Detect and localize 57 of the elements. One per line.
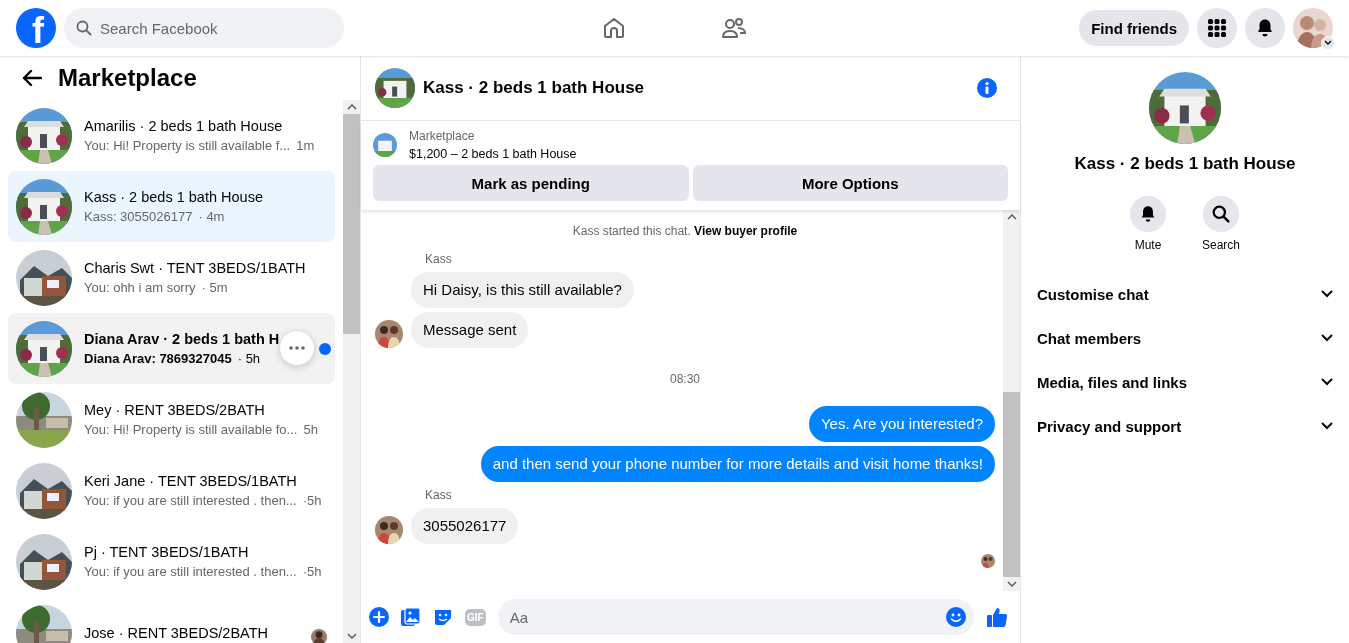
message-preview: Diana Arav: 7869327045 — [84, 351, 232, 366]
section-header[interactable]: Privacy and support — [1037, 404, 1333, 448]
listing-source: Marketplace — [409, 129, 476, 143]
buyer-profile-link[interactable]: View buyer profile — [694, 224, 798, 238]
message-preview: Kass: 3055026177 — [84, 209, 193, 224]
conversation-item[interactable]: Amarilis · 2 beds 1 bath House You: Hi! Property is still available f... 1m — [8, 100, 335, 171]
conversation-item[interactable]: Diana Arav · 2 beds 1 bath H Diana Arav: 7869327045 · 5h — [8, 313, 335, 384]
conversation-item[interactable]: Pj · TENT 3BEDS/1BATH You: if you are still interested . then... ·5h — [8, 526, 335, 597]
incoming-message: Message sent — [411, 312, 529, 348]
conversation-title: Mey · RENT 3BEDS/2BATH — [84, 402, 266, 418]
chat-title: Kass · 2 beds 1 bath House — [423, 78, 646, 98]
conversation-item[interactable]: Charis Swt · TENT 3BEDS/1BATH You: ohh i am sorry · 5m — [8, 242, 335, 313]
conversation-item[interactable]: Keri Jane · TENT 3BEDS/1BATH You: if you are still interested . then... ·5h — [8, 455, 335, 526]
listing-action-button[interactable]: Mark as pending — [373, 165, 689, 201]
message-time: · 4m — [198, 209, 225, 224]
timestamp: 08:30 — [670, 372, 700, 386]
message-time: 1m — [296, 138, 315, 153]
facebook-logo[interactable]: f — [16, 8, 56, 48]
conversation-item[interactable]: Kass · 2 beds 1 bath House Kass: 3055026177 · 4m — [8, 171, 335, 242]
message-preview: You: Hi! Property is still available f... — [84, 138, 291, 153]
conversation-title: Pj · TENT 3BEDS/1BATH — [84, 544, 250, 560]
sender-name: Kass — [425, 252, 453, 266]
conversation-title: Charis Swt · TENT 3BEDS/1BATH — [84, 260, 306, 276]
conversation-title: Kass · 2 beds 1 bath House — [84, 189, 263, 205]
message-preview: You: ohh i am sorry — [84, 280, 196, 295]
chat-notice: Kass started this chat. View buyer profile — [572, 224, 798, 238]
section-header[interactable]: Chat members — [1037, 316, 1333, 360]
find-friends-button[interactable]: Find friends — [1079, 10, 1189, 46]
message-preview: You: if you are still interested . then... — [84, 493, 297, 508]
page-title: Marketplace — [58, 63, 197, 93]
incoming-message: 3055026177 — [411, 508, 519, 544]
message-time: · 5h — [237, 351, 261, 366]
message-time: ·5h — [302, 493, 322, 508]
action-label: Mute — [1134, 238, 1162, 252]
message-time: ·5h — [302, 564, 322, 579]
conversation-title: Diana Arav · 2 beds 1 bath H — [84, 331, 280, 347]
conversation-title: Amarilis · 2 beds 1 bath House — [84, 118, 284, 134]
conversation-item[interactable]: Mey · RENT 3BEDS/2BATH You: Hi! Property is still available fo... 5h — [8, 384, 335, 455]
contact-name: Kass · 2 beds 1 bath House — [1074, 154, 1296, 174]
message-time: · 5m — [201, 280, 228, 295]
listing-title[interactable]: $1,200 – 2 beds 1 bath House — [409, 147, 577, 161]
sender-name: Kass — [425, 488, 453, 502]
action-label: Search — [1202, 238, 1240, 252]
section-header[interactable]: Media, files and links — [1037, 360, 1333, 404]
incoming-message: Hi Daisy, is this still available? — [411, 272, 634, 308]
message-time: 5h — [303, 422, 318, 437]
conversation-title: Jose · RENT 3BEDS/2BATH — [84, 624, 268, 641]
message-preview: You: Hi! Property is still available fo... — [84, 422, 298, 437]
listing-action-button[interactable]: More Options — [692, 165, 1008, 201]
section-header[interactable]: Customise chat — [1037, 272, 1333, 316]
search-field[interactable]: Search Facebook — [64, 8, 344, 48]
conversation-title: Keri Jane · TENT 3BEDS/1BATH — [84, 473, 298, 489]
outgoing-message: Yes. Are you interested? — [808, 406, 995, 442]
message-field[interactable]: Aa — [497, 599, 974, 635]
outgoing-message: and then send your phone number for more details and visit home thanks! — [480, 446, 995, 482]
conversation-item[interactable]: Jose · RENT 3BEDS/2BATH — [8, 597, 335, 643]
message-preview: You: if you are still interested . then... — [84, 564, 297, 579]
